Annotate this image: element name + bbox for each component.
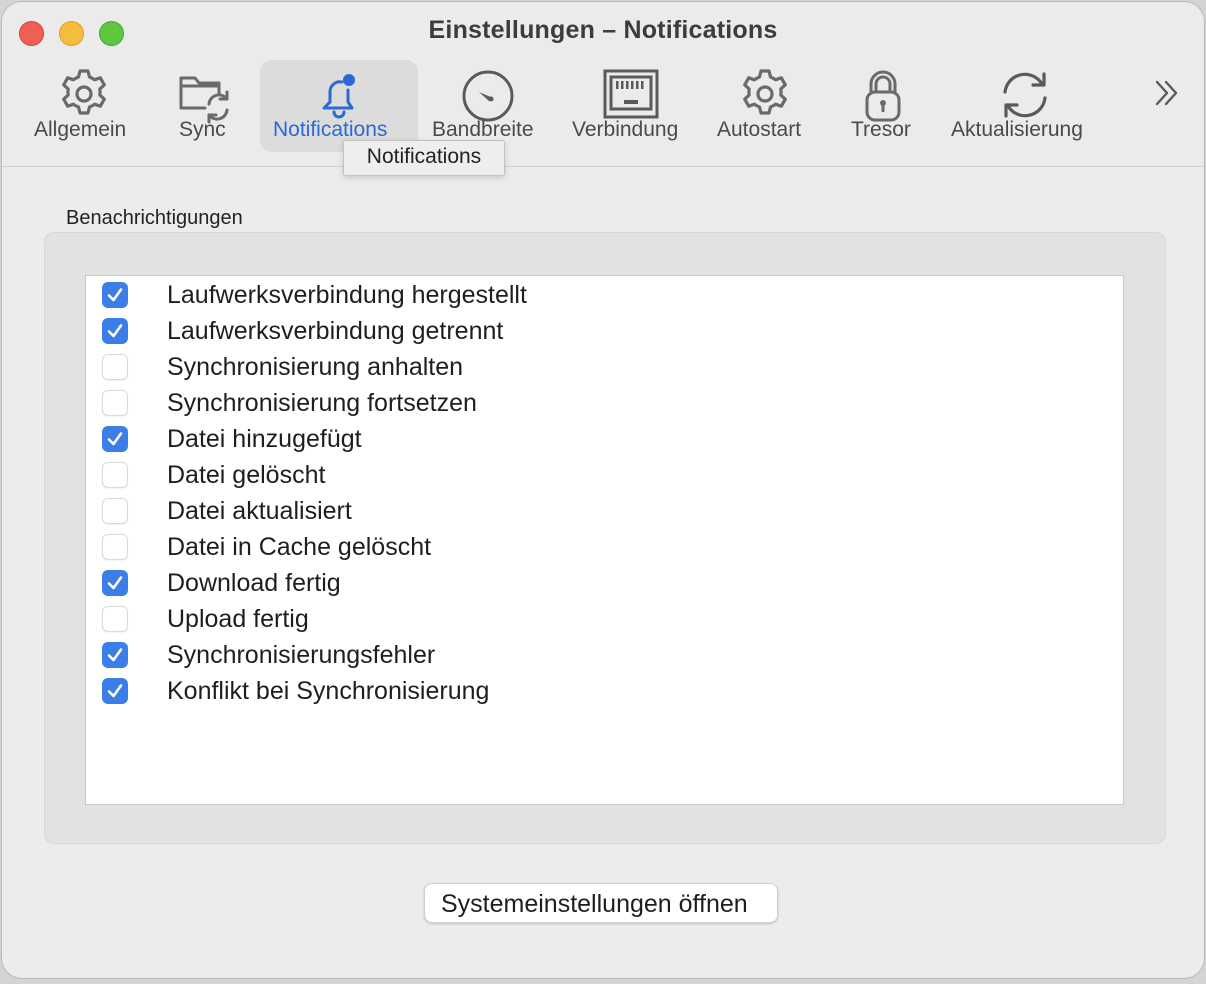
notifications-list: Laufwerksverbindung hergestellt Laufwerks… bbox=[85, 275, 1124, 805]
tab-notifications[interactable]: Notifications bbox=[260, 60, 418, 152]
checkbox[interactable] bbox=[102, 642, 128, 668]
checkbox[interactable] bbox=[102, 606, 128, 632]
double-chevron-right-icon[interactable] bbox=[1152, 78, 1182, 108]
tab-label: Autostart bbox=[717, 118, 802, 141]
list-item-label: Download fertig bbox=[167, 569, 341, 597]
checkbox[interactable] bbox=[102, 534, 128, 560]
button-label: Systemeinstellungen öffnen bbox=[441, 890, 748, 918]
checkbox[interactable] bbox=[102, 678, 128, 704]
gear-icon bbox=[62, 69, 106, 115]
list-item-label: Laufwerksverbindung getrennt bbox=[167, 317, 504, 345]
list-item[interactable]: Laufwerksverbindung hergestellt bbox=[86, 278, 1123, 314]
list-item[interactable]: Datei hinzugefügt bbox=[86, 422, 1123, 458]
list-item[interactable]: Konflikt bei Synchronisierung bbox=[86, 674, 1123, 710]
list-item-label: Synchronisierung anhalten bbox=[167, 353, 464, 381]
list-item[interactable]: Download fertig bbox=[86, 566, 1123, 602]
tab-label: Bandbreite bbox=[432, 118, 534, 141]
list-item-label: Upload fertig bbox=[167, 605, 309, 633]
list-item[interactable]: Datei in Cache gelöscht bbox=[86, 530, 1123, 566]
checkbox[interactable] bbox=[102, 498, 128, 524]
tab-label: Verbindung bbox=[572, 118, 679, 141]
list-item[interactable]: Synchronisierung anhalten bbox=[86, 350, 1123, 386]
tab-label: Allgemein bbox=[34, 118, 127, 141]
list-item-label: Konflikt bei Synchronisierung bbox=[167, 677, 490, 705]
tab-bandbreite[interactable]: Bandbreite bbox=[422, 60, 554, 152]
checkbox[interactable] bbox=[102, 390, 128, 416]
padlock-icon bbox=[865, 70, 901, 122]
checkbox[interactable] bbox=[102, 318, 128, 344]
list-item-label: Synchronisierung fortsetzen bbox=[167, 389, 477, 417]
list-item-label: Synchronisierungsfehler bbox=[167, 641, 436, 669]
tab-aktualisierung[interactable]: Aktualisierung bbox=[942, 60, 1108, 152]
group-title: Benachrichtigungen bbox=[66, 207, 243, 229]
checkbox[interactable] bbox=[102, 282, 128, 308]
checkbox[interactable] bbox=[102, 462, 128, 488]
checkbox[interactable] bbox=[102, 354, 128, 380]
refresh-icon bbox=[1003, 72, 1047, 118]
checkmark-icon bbox=[107, 432, 123, 446]
tab-autostart[interactable]: Autostart bbox=[706, 60, 824, 152]
gear-icon bbox=[743, 69, 787, 115]
tab-label: Notifications bbox=[273, 118, 388, 141]
list-item-label: Datei hinzugefügt bbox=[167, 425, 362, 453]
open-system-settings-button[interactable]: Systemeinstellungen öffnen bbox=[424, 883, 778, 923]
window-title: Einstellungen – Notifications bbox=[428, 16, 778, 44]
list-item[interactable]: Synchronisierungsfehler bbox=[86, 638, 1123, 674]
list-item-label: Datei gelöscht bbox=[167, 461, 326, 489]
checkbox[interactable] bbox=[102, 570, 128, 596]
checkmark-icon bbox=[107, 324, 123, 338]
checkmark-icon bbox=[107, 648, 123, 662]
tab-sync[interactable]: Sync bbox=[152, 60, 256, 152]
tab-allgemein[interactable]: Allgemein bbox=[20, 60, 148, 152]
tab-label: Sync bbox=[179, 118, 226, 141]
tab-verbindung[interactable]: Verbindung bbox=[560, 60, 702, 152]
checkmark-icon bbox=[107, 684, 123, 698]
checkbox[interactable] bbox=[102, 426, 128, 452]
list-item-label: Datei aktualisiert bbox=[167, 497, 352, 525]
list-item[interactable]: Laufwerksverbindung getrennt bbox=[86, 314, 1123, 350]
list-item-label: Datei in Cache gelöscht bbox=[167, 533, 432, 561]
tab-label: Tresor bbox=[851, 118, 911, 141]
list-item[interactable]: Datei gelöscht bbox=[86, 458, 1123, 494]
list-item[interactable]: Synchronisierung fortsetzen bbox=[86, 386, 1123, 422]
titlebar: Einstellungen – Notifications Allgemein bbox=[2, 2, 1204, 167]
bell-badge-icon bbox=[322, 74, 355, 119]
list-item-label: Laufwerksverbindung hergestellt bbox=[167, 281, 527, 309]
tab-tresor[interactable]: Tresor bbox=[836, 60, 930, 152]
checkmark-icon bbox=[107, 576, 123, 590]
ethernet-port-icon bbox=[603, 69, 659, 119]
preferences-window: Einstellungen – Notifications Allgemein bbox=[2, 2, 1204, 978]
folder-sync-icon bbox=[179, 76, 229, 124]
checkmark-icon bbox=[107, 288, 123, 302]
gauge-icon bbox=[462, 70, 514, 122]
tooltip: Notifications bbox=[343, 140, 505, 176]
tab-label: Aktualisierung bbox=[951, 118, 1083, 141]
list-item[interactable]: Upload fertig bbox=[86, 602, 1123, 638]
list-item[interactable]: Datei aktualisiert bbox=[86, 494, 1123, 530]
